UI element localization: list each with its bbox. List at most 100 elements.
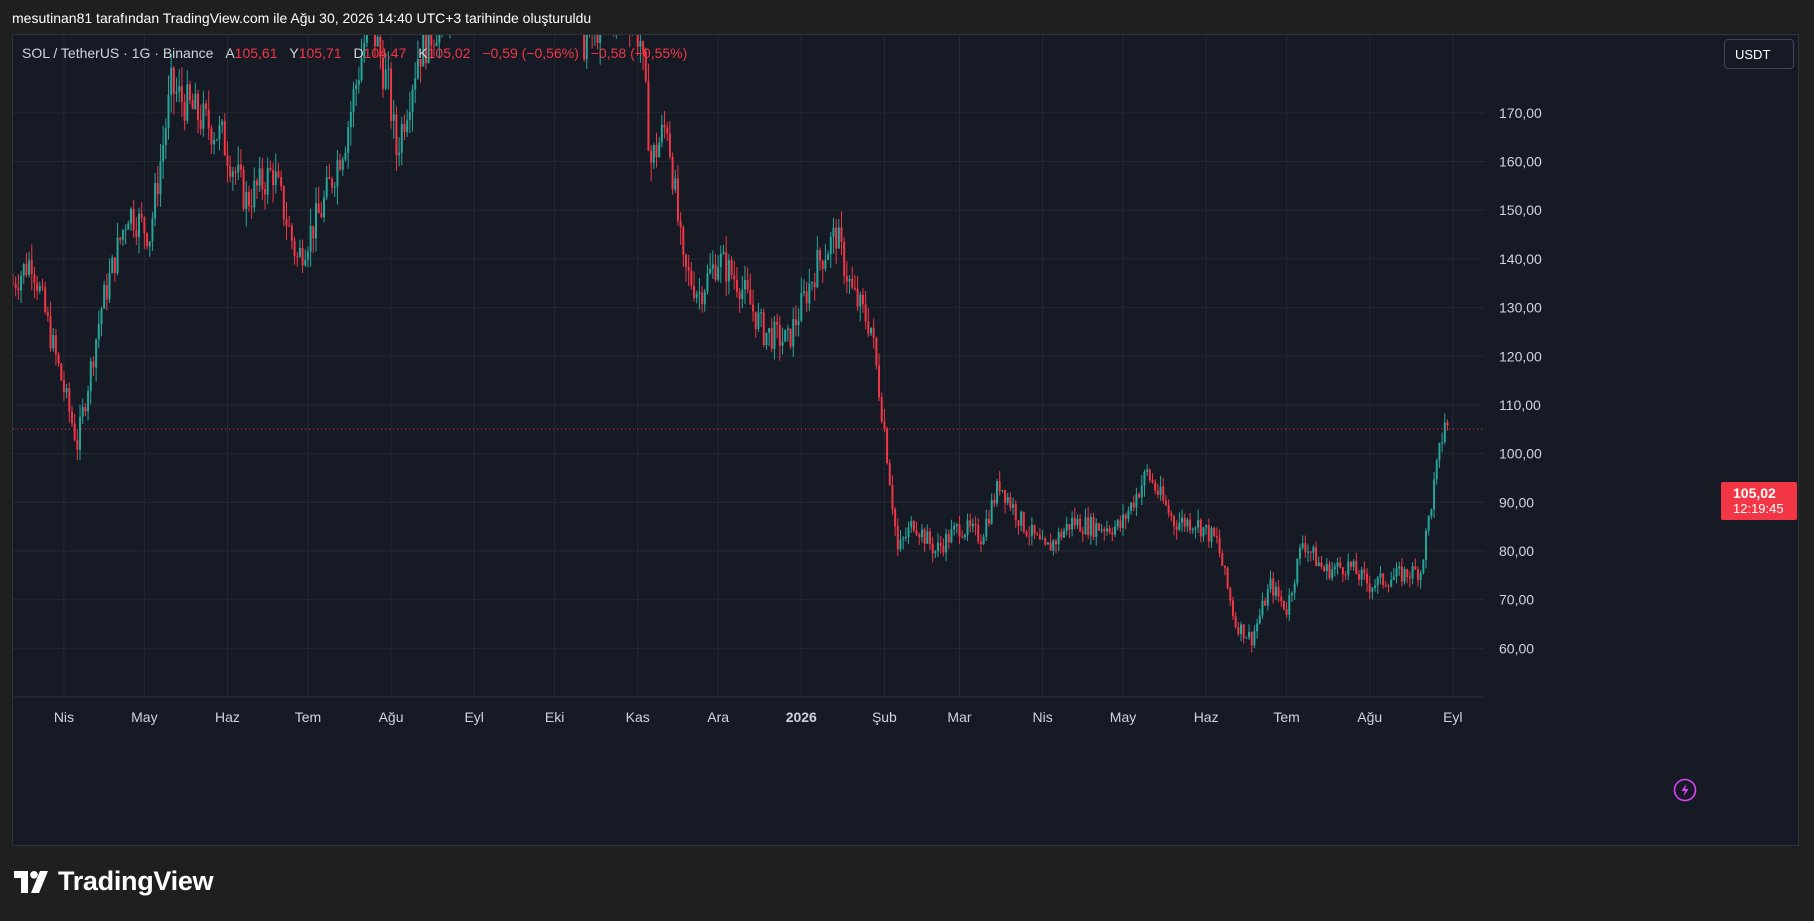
- candle-body: [1164, 500, 1167, 506]
- candle-body: [752, 304, 755, 312]
- candle-body: [1105, 528, 1108, 532]
- candle-body: [1441, 442, 1444, 444]
- y-tick-label: 80,00: [1499, 543, 1534, 559]
- y-tick-label: 90,00: [1499, 494, 1534, 510]
- candle-body: [293, 240, 296, 256]
- x-tick-label: Tem: [295, 709, 321, 725]
- candle-body: [1036, 534, 1039, 536]
- candle-body: [974, 524, 977, 526]
- candle-body: [1336, 562, 1339, 567]
- candle-body: [1427, 516, 1430, 531]
- footer-brand[interactable]: TradingView: [14, 866, 214, 897]
- candle-body: [392, 114, 395, 121]
- candle-body: [1357, 574, 1360, 580]
- candle-body: [205, 103, 208, 110]
- candle-body: [778, 325, 781, 346]
- currency-button[interactable]: USDT: [1724, 39, 1794, 69]
- candle-body: [1398, 566, 1401, 569]
- candle-body: [105, 285, 108, 300]
- candle-body: [886, 428, 889, 464]
- high-key: Y: [289, 45, 299, 61]
- candle-body: [1199, 519, 1202, 537]
- candle-body: [703, 291, 706, 305]
- candle-body: [920, 529, 923, 538]
- candle-body: [1435, 460, 1438, 480]
- x-tick-label: Mar: [947, 709, 971, 725]
- candle-body: [416, 59, 419, 78]
- candle-body: [660, 124, 663, 143]
- candle-body: [859, 294, 862, 307]
- y-tick-label: 150,00: [1499, 202, 1542, 218]
- price-chart[interactable]: 60,00 70,00 80,00 90,00 100,00 110,00 120,00 13…: [13, 35, 1799, 846]
- candle-body: [794, 319, 797, 326]
- candle-body: [1269, 578, 1272, 590]
- candle-body: [172, 67, 175, 94]
- candle-body: [33, 274, 36, 283]
- candle-body: [180, 86, 183, 102]
- candle-body: [430, 35, 433, 46]
- header-caption: mesutinan81 tarafından TradingView.com i…: [12, 10, 592, 26]
- candle-body: [403, 123, 406, 133]
- candle-body: [848, 278, 851, 282]
- candle-body: [1352, 561, 1355, 567]
- candle-body: [1315, 547, 1318, 566]
- candle-body: [985, 518, 988, 537]
- flash-icon[interactable]: [1673, 778, 1697, 802]
- candle-body: [853, 287, 856, 290]
- candle-body: [725, 252, 728, 282]
- candle-body: [1301, 543, 1304, 548]
- candle-body: [186, 84, 189, 121]
- candle-body: [234, 171, 237, 173]
- open-key: A: [225, 45, 235, 61]
- candle-body: [781, 341, 784, 346]
- candle-body: [119, 237, 122, 240]
- candle-body: [1245, 637, 1248, 639]
- candle-body: [1360, 569, 1363, 580]
- candle-body: [280, 177, 283, 187]
- candle-body: [89, 361, 92, 392]
- candle-body: [1237, 627, 1240, 635]
- candle-body: [1293, 583, 1296, 593]
- candle-body: [87, 391, 90, 412]
- candle-body: [1443, 422, 1446, 443]
- candle-body: [170, 67, 173, 95]
- candle-body: [344, 152, 347, 160]
- candle-body: [1111, 532, 1114, 535]
- chart-panel[interactable]: 60,00 70,00 80,00 90,00 100,00 110,00 120,00 13…: [12, 34, 1799, 846]
- candle-body: [398, 152, 401, 156]
- candle-body: [365, 35, 368, 43]
- candle-body: [100, 308, 103, 325]
- candle-body: [969, 520, 972, 527]
- candle-body: [1044, 538, 1047, 545]
- candle-body: [693, 285, 696, 298]
- candle-body: [1258, 615, 1261, 624]
- candle-body: [355, 84, 358, 90]
- candle-body: [1403, 569, 1406, 582]
- candle-body: [757, 312, 760, 329]
- candle-body: [738, 292, 741, 300]
- candle-body: [1132, 502, 1135, 508]
- candle-body: [910, 521, 913, 528]
- candle-body: [993, 499, 996, 504]
- x-tick-label: Eyl: [464, 709, 483, 725]
- candle-body: [1122, 514, 1125, 528]
- candle-body: [1167, 505, 1170, 514]
- symbol-name[interactable]: SOL / TetherUS · 1G · Binance: [22, 45, 213, 61]
- candle-body: [1028, 535, 1031, 537]
- candle-body: [13, 283, 14, 285]
- candle-body: [1124, 514, 1127, 519]
- candle-body: [1250, 631, 1253, 646]
- candle-body: [1205, 525, 1208, 528]
- candle-body: [25, 264, 28, 275]
- candle-body: [765, 332, 768, 345]
- candle-body: [231, 171, 234, 177]
- candle-body: [1371, 587, 1374, 592]
- y-tick-label: 170,00: [1499, 105, 1542, 121]
- candle-body: [76, 439, 79, 450]
- y-tick-label: 120,00: [1499, 348, 1542, 364]
- candle-body: [1175, 526, 1178, 530]
- candle-body: [1170, 513, 1173, 517]
- candle-body: [800, 292, 803, 321]
- candle-body: [97, 324, 100, 340]
- candle-body: [1004, 490, 1007, 503]
